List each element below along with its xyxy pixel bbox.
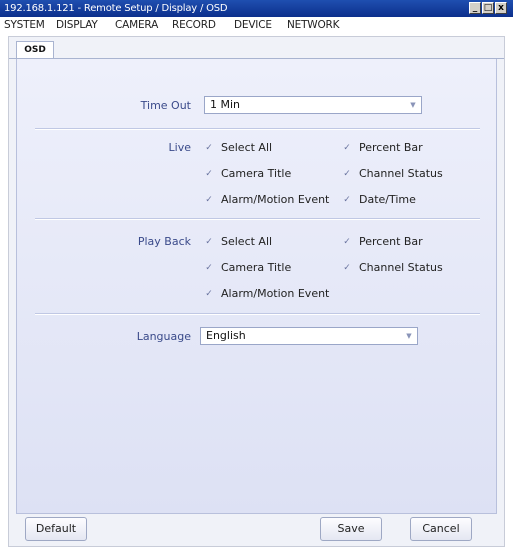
default-button[interactable]: Default <box>25 517 87 541</box>
language-select[interactable]: English ▼ <box>200 327 418 345</box>
save-button[interactable]: Save <box>320 517 382 541</box>
playback-alarm-motion-checkbox[interactable]: ✓ Alarm/Motion Event <box>204 287 329 300</box>
playback-label: Play Back <box>137 235 191 248</box>
checkbox-label: Channel Status <box>359 261 443 274</box>
checkbox-label: Percent Bar <box>359 235 423 248</box>
title-bar: 192.168.1.121 - Remote Setup / Display /… <box>0 0 513 17</box>
menu-network[interactable]: NETWORK <box>287 17 340 33</box>
checkmark-icon: ✓ <box>205 262 213 273</box>
playback-select-all-checkbox[interactable]: ✓ Select All <box>204 235 272 248</box>
tab-osd[interactable]: OSD <box>16 41 54 58</box>
live-channel-status-checkbox[interactable]: ✓ Channel Status <box>342 167 443 180</box>
divider <box>35 313 480 315</box>
checkmark-icon: ✓ <box>343 262 351 273</box>
menu-record[interactable]: RECORD <box>172 17 216 33</box>
divider <box>35 128 480 130</box>
minimize-button[interactable]: _ <box>469 2 481 14</box>
checkmark-icon: ✓ <box>343 168 351 179</box>
checkbox-label: Channel Status <box>359 167 443 180</box>
checkmark-icon: ✓ <box>343 194 351 205</box>
menu-system[interactable]: SYSTEM <box>4 17 45 33</box>
checkmark-icon: ✓ <box>205 288 213 299</box>
menu-display[interactable]: DISPLAY <box>56 17 98 33</box>
checkbox-label: Select All <box>221 235 273 248</box>
menu-camera[interactable]: CAMERA <box>115 17 158 33</box>
checkbox-label: Select All <box>221 141 273 154</box>
checkbox-label: Percent Bar <box>359 141 423 154</box>
timeout-label: Time Out <box>140 99 191 112</box>
live-percent-bar-checkbox[interactable]: ✓ Percent Bar <box>342 141 423 154</box>
checkmark-icon: ✓ <box>205 194 213 205</box>
maximize-button[interactable]: □ <box>482 2 494 14</box>
menu-device[interactable]: DEVICE <box>234 17 272 33</box>
window-title: 192.168.1.121 - Remote Setup / Display /… <box>4 3 228 14</box>
playback-percent-bar-checkbox[interactable]: ✓ Percent Bar <box>342 235 423 248</box>
checkbox-label: Camera Title <box>221 261 292 274</box>
live-date-time-checkbox[interactable]: ✓ Date/Time <box>342 193 416 206</box>
osd-panel: Time Out 1 Min ▼ Live ✓ Select All ✓ Per… <box>16 59 497 514</box>
playback-channel-status-checkbox[interactable]: ✓ Channel Status <box>342 261 443 274</box>
timeout-select[interactable]: 1 Min ▼ <box>204 96 422 114</box>
cancel-button[interactable]: Cancel <box>410 517 472 541</box>
checkmark-icon: ✓ <box>205 142 213 153</box>
checkbox-label: Alarm/Motion Event <box>221 193 330 206</box>
live-select-all-checkbox[interactable]: ✓ Select All <box>204 141 272 154</box>
divider <box>35 218 480 220</box>
language-value: English <box>206 329 246 342</box>
live-label: Live <box>168 141 191 154</box>
playback-camera-title-checkbox[interactable]: ✓ Camera Title <box>204 261 291 274</box>
live-camera-title-checkbox[interactable]: ✓ Camera Title <box>204 167 291 180</box>
language-label: Language <box>136 330 191 343</box>
checkmark-icon: ✓ <box>205 168 213 179</box>
checkbox-label: Alarm/Motion Event <box>221 287 330 300</box>
tab-strip: OSD <box>9 37 504 59</box>
chevron-down-icon: ▼ <box>410 101 416 109</box>
checkmark-icon: ✓ <box>343 236 351 247</box>
timeout-value: 1 Min <box>210 98 241 111</box>
live-alarm-motion-checkbox[interactable]: ✓ Alarm/Motion Event <box>204 193 329 206</box>
checkbox-label: Camera Title <box>221 167 292 180</box>
checkbox-label: Date/Time <box>359 193 416 206</box>
settings-frame: OSD Time Out 1 Min ▼ Live ✓ Select All ✓… <box>8 36 505 547</box>
menu-bar: SYSTEM DISPLAY CAMERA RECORD DEVICE NETW… <box>0 17 513 33</box>
checkmark-icon: ✓ <box>205 236 213 247</box>
checkmark-icon: ✓ <box>343 142 351 153</box>
chevron-down-icon: ▼ <box>406 332 412 340</box>
close-button[interactable]: x <box>495 2 507 14</box>
